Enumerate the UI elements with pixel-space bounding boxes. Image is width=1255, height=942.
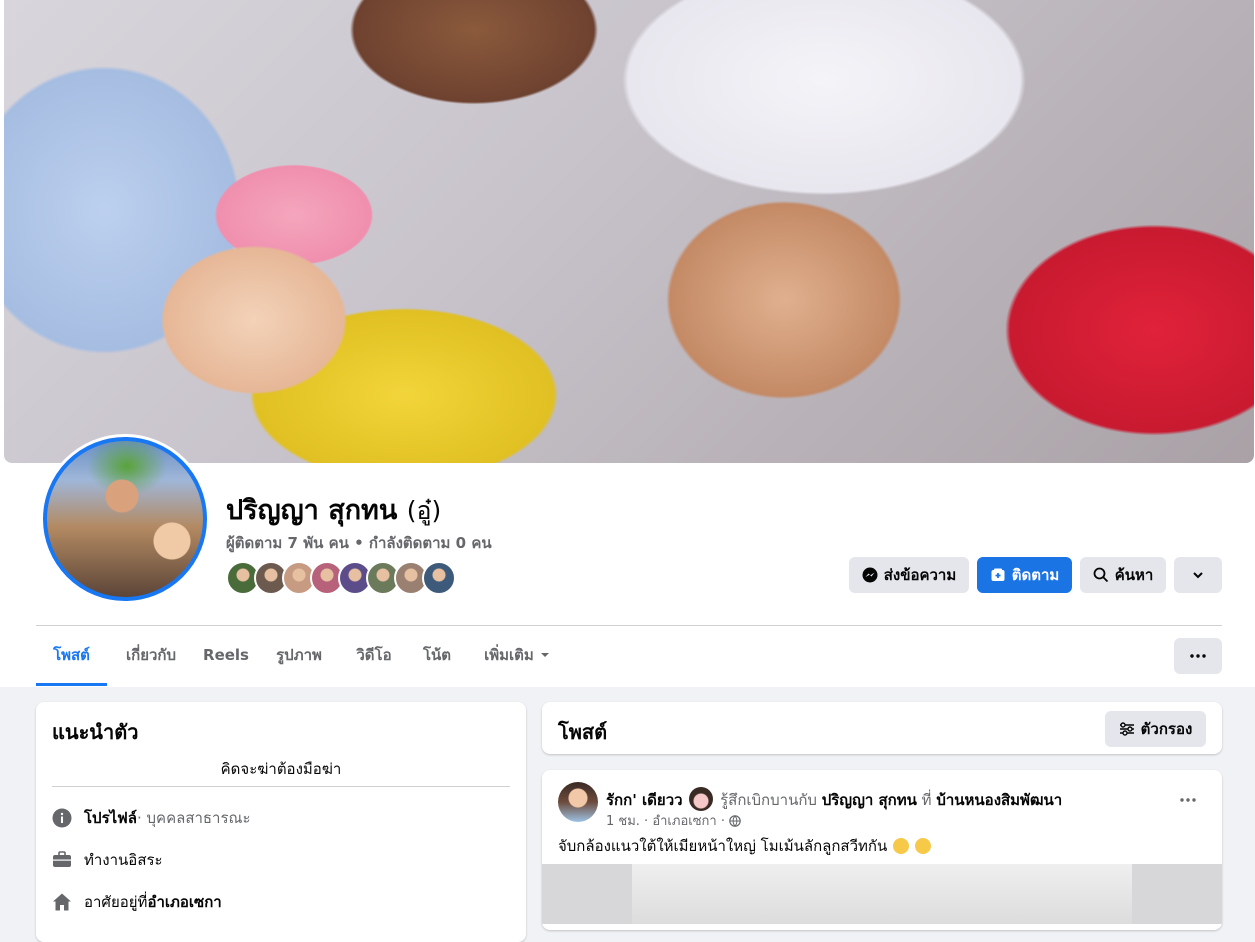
post-header: รักก' เดียวว รู้สึกเบิกบานกับ ปริญญา สุก… [606,787,1062,812]
intro-item-work: ทำงานอิสระ [52,848,163,872]
tab-label: โพสต์ [53,645,90,664]
intro-item-profile: โปรไฟล์ · บุคคลสาธารณะ [52,806,251,830]
post-author-name[interactable]: รักก' เดียวว [606,791,683,809]
globe-icon [729,814,741,827]
message-button[interactable]: ส่งข้อความ [849,557,969,593]
intro-title: แนะนำตัว [52,720,139,744]
tab-more[interactable]: เพิ่มเติม [472,626,562,684]
caret-down-icon [540,653,549,657]
intro-item-label: ทำงานอิสระ [84,851,163,869]
tab-label: เกี่ยวกับ [125,646,177,664]
post-text: จับกล้องแนวใต้ให้เมียหน้าใหญ่ โมเม้นลักล… [558,834,931,858]
home-icon [52,892,72,912]
filter-icon [1119,722,1134,736]
profile-name-text: ปริญญา สุกทน [226,495,398,526]
posts-title: โพสต์ [558,720,608,744]
more-dots-icon [1180,798,1196,802]
follow-plus-icon [991,568,1005,581]
message-label: ส่งข้อความ [883,566,957,584]
post-body: จับกล้องแนวใต้ให้เมียหน้าใหญ่ โมเม้นลักล… [558,837,888,855]
profile-avatar[interactable] [43,437,207,601]
post-author-avatar[interactable] [558,782,598,822]
profile-alt-name: (อู๋) [406,496,442,525]
filter-label: ตัวกรอง [1140,720,1193,738]
intro-item-label: อาศัยอยู่ที่ [84,893,148,911]
follow-button[interactable]: ติดตาม [977,557,1072,593]
tab-photos[interactable]: รูปภาพ [264,626,334,684]
messenger-icon [862,567,878,583]
intro-card: แนะนำตัว คิดจะฆ่าต้องมือฆ่า โปรไฟล์ · บุ… [36,702,526,942]
tab-posts[interactable]: โพสต์ [36,626,107,686]
laughing-emoji-icon [893,838,910,854]
grinning-emoji-icon [914,838,931,854]
info-icon [52,808,72,828]
intro-item-label: โปรไฟล์ [84,809,137,827]
search-button[interactable]: ค้นหา [1080,557,1166,593]
feeling-emoji-icon [689,787,714,811]
post-photo-content [632,864,1132,924]
more-options-button[interactable] [1174,557,1222,593]
follower-avatar[interactable] [422,561,456,595]
more-dots-icon [1190,654,1206,658]
post-at-word: ที่ [921,791,932,809]
tab-reels[interactable]: Reels [196,626,256,684]
post-place[interactable]: บ้านหนองสิมพัฒนา [936,791,1062,809]
posts-header-card: โพสต์ ตัวกรอง [542,702,1222,754]
post-feeling-text: รู้สึกเบิกบานกับ [720,791,817,809]
post-photo[interactable] [542,864,1222,924]
tabs-more-button[interactable] [1174,638,1222,674]
follow-label: ติดตาม [1011,566,1060,584]
follower-avatars[interactable] [226,561,486,595]
tab-label: รูปภาพ [276,646,322,664]
profile-name: ปริญญา สุกทน (อู๋) [226,488,441,531]
search-icon [1093,567,1108,583]
tab-label: Reels [203,646,249,664]
briefcase-icon [52,850,72,870]
intro-item-detail: · บุคคลสาธารณะ [137,809,251,827]
post-card: รักก' เดียวว รู้สึกเบิกบานกับ ปริญญา สุก… [542,770,1222,930]
tab-notes[interactable]: โน้ต [414,626,460,684]
search-label: ค้นหา [1114,566,1154,584]
post-meta: 1 ชม. · อำเภอเซกา · [606,810,741,831]
intro-item-detail[interactable]: อำเภอเซกา [147,890,221,914]
tab-videos[interactable]: วิดีโอ [344,626,404,684]
tab-label: วิดีโอ [356,646,392,664]
intro-item-lives: อาศัยอยู่ที่ อำเภอเซกา [52,890,222,914]
cover-photo[interactable] [4,0,1254,463]
post-tagged-person[interactable]: ปริญญา สุกทน [822,791,917,809]
follower-stats[interactable]: ผู้ติดตาม 7 พัน คน • กำลังติดตาม 0 คน [226,531,492,555]
tab-about[interactable]: เกี่ยวกับ [111,626,191,684]
chevron-down-icon [1193,572,1203,579]
profile-actions: ส่งข้อความ ติดตาม ค้นหา [849,557,1222,593]
post-time[interactable]: 1 ชม. · อำเภอเซกา · [606,810,725,831]
tab-label: เพิ่มเติม [484,646,534,664]
intro-divider [52,786,510,787]
tab-label: โน้ต [422,646,452,664]
filter-button[interactable]: ตัวกรอง [1105,711,1206,747]
intro-bio: คิดจะฆ่าต้องมือฆ่า [220,760,342,778]
post-options-button[interactable] [1170,788,1206,812]
